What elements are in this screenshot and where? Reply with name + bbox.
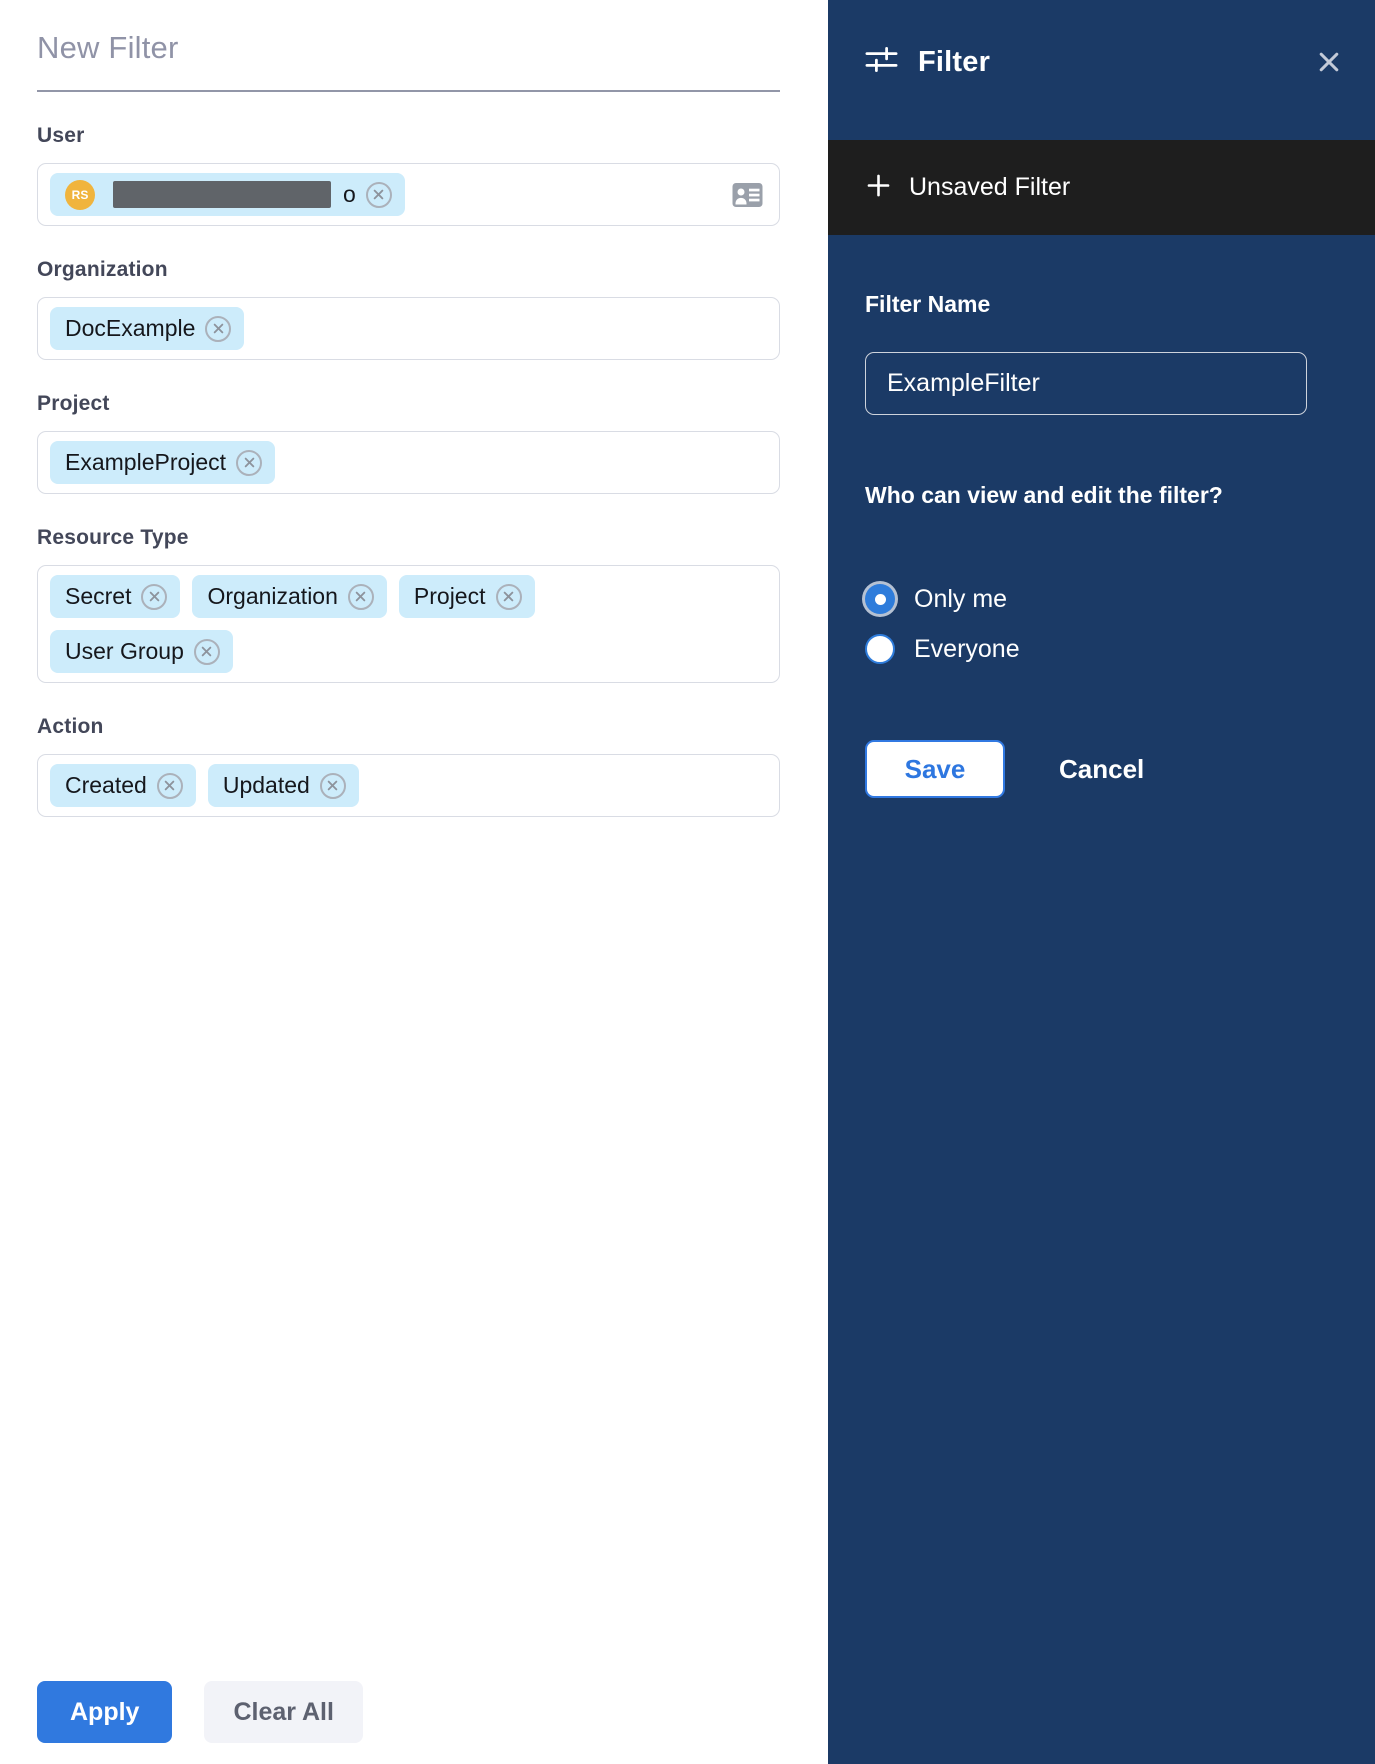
radio-option-everyone[interactable]: Everyone (865, 631, 1338, 667)
chip-label: ExampleProject (65, 449, 226, 476)
group-label-project: Project (37, 392, 780, 416)
chip-label: User Group (65, 638, 184, 665)
filter-group-action: Action Created Updated (37, 715, 780, 817)
chip-label: Updated (223, 772, 310, 799)
radio-selected-icon[interactable] (865, 584, 895, 614)
resource-type-chip-secret[interactable]: Secret (50, 575, 180, 618)
sliders-icon (864, 42, 899, 82)
chip-label: Created (65, 772, 147, 799)
x-circle-icon[interactable] (141, 584, 167, 610)
chip-label: DocExample (65, 315, 195, 342)
action-chip-created[interactable]: Created (50, 764, 196, 807)
redacted-user-name (113, 181, 331, 208)
chip-label: Project (414, 583, 486, 610)
chip-label: Secret (65, 583, 131, 610)
project-chip[interactable]: ExampleProject (50, 441, 275, 484)
sidebar-body: Filter Name Who can view and edit the fi… (865, 235, 1338, 798)
unsaved-filter-label: Unsaved Filter (909, 173, 1070, 202)
permission-radio-group: Only me Everyone (865, 581, 1338, 667)
x-circle-icon[interactable] (496, 584, 522, 610)
filter-group-project: Project ExampleProject (37, 392, 780, 494)
close-icon[interactable] (1317, 50, 1341, 74)
bottom-actions: Apply Clear All (37, 1681, 363, 1743)
group-label-action: Action (37, 715, 780, 739)
permission-question: Who can view and edit the filter? (865, 482, 1338, 509)
x-circle-icon[interactable] (348, 584, 374, 610)
project-field[interactable]: ExampleProject (37, 431, 780, 494)
user-field[interactable]: RS o (37, 163, 780, 226)
apply-button[interactable]: Apply (37, 1681, 172, 1743)
resource-type-chip-user-group[interactable]: User Group (50, 630, 233, 673)
x-circle-icon[interactable] (205, 316, 231, 342)
filter-name-input[interactable] (865, 352, 1307, 415)
radio-option-only-me[interactable]: Only me (865, 581, 1338, 617)
action-chip-updated[interactable]: Updated (208, 764, 359, 807)
user-chip[interactable]: RS o (50, 173, 405, 216)
x-circle-icon[interactable] (157, 773, 183, 799)
radio-unselected-icon[interactable] (865, 634, 895, 664)
x-circle-icon[interactable] (320, 773, 346, 799)
filter-name-label: Filter Name (865, 291, 1338, 318)
x-circle-icon[interactable] (236, 450, 262, 476)
resource-type-field[interactable]: Secret Organization Project User Group (37, 565, 780, 683)
radio-label-everyone: Everyone (914, 635, 1020, 664)
unsaved-filter-item[interactable]: Unsaved Filter (828, 140, 1375, 235)
sidebar-actions: Save Cancel (865, 740, 1338, 798)
group-label-organization: Organization (37, 258, 780, 282)
x-circle-icon[interactable] (366, 182, 392, 208)
user-name-suffix: o (343, 181, 356, 208)
resource-type-chip-organization[interactable]: Organization (192, 575, 386, 618)
filter-group-organization: Organization DocExample (37, 258, 780, 360)
avatar: RS (65, 180, 95, 210)
cancel-button[interactable]: Cancel (1059, 754, 1144, 785)
filter-group-resource-type: Resource Type Secret Organization Projec… (37, 526, 780, 683)
action-field[interactable]: Created Updated (37, 754, 780, 817)
title-divider (37, 90, 780, 92)
organization-chip[interactable]: DocExample (50, 307, 244, 350)
group-label-user: User (37, 124, 780, 148)
sidebar-header: Filter (828, 0, 1375, 124)
filter-sidebar: Filter Unsaved Filter Filter Name Who ca… (828, 0, 1375, 1764)
radio-label-only-me: Only me (914, 585, 1007, 614)
page-title: New Filter (37, 30, 780, 66)
filter-group-user: User RS o (37, 124, 780, 226)
plus-icon (865, 172, 892, 204)
contact-card-icon[interactable] (732, 181, 763, 208)
sidebar-title: Filter (918, 46, 990, 79)
resource-type-chip-project[interactable]: Project (399, 575, 535, 618)
group-label-resource-type: Resource Type (37, 526, 780, 550)
filter-editor-panel: New Filter User RS o (0, 0, 828, 1764)
save-button[interactable]: Save (865, 740, 1005, 798)
clear-all-button[interactable]: Clear All (204, 1681, 363, 1743)
chip-label: Organization (207, 583, 337, 610)
organization-field[interactable]: DocExample (37, 297, 780, 360)
x-circle-icon[interactable] (194, 639, 220, 665)
